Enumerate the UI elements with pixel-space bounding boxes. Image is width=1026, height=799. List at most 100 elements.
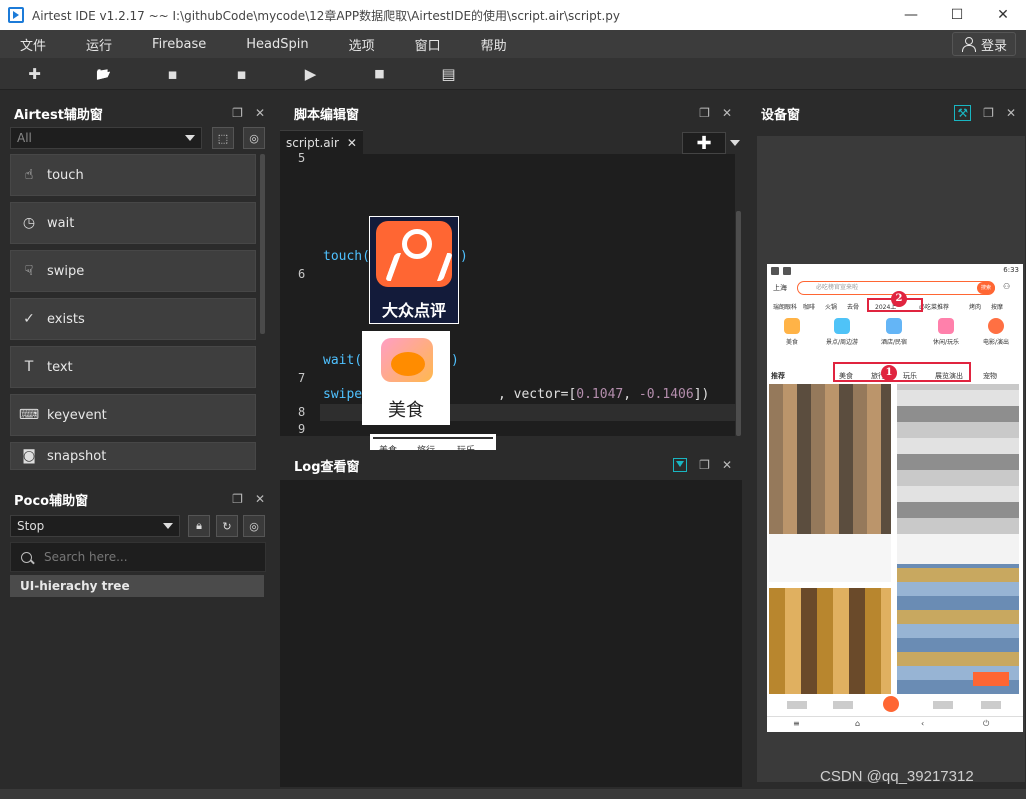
phone-category-row: 美食 景点/周边游 酒店/民宿 休闲/玩乐 电影/演出 xyxy=(767,318,1023,350)
editor-panel-header: 脚本编辑窗 ❐ ✕ xyxy=(280,96,742,130)
line-number: 7 xyxy=(298,371,306,385)
close-panel-icon[interactable]: ✕ xyxy=(255,106,265,120)
keyboard-icon: ⌨ xyxy=(18,407,40,423)
script-editor-panel: 脚本编辑窗 ❐ ✕ script.air ✕ ✚ 5 6 7 8 9 touch… xyxy=(280,96,742,460)
menu-window[interactable]: 窗口 xyxy=(395,35,461,54)
search-icon xyxy=(21,551,32,563)
login-button[interactable]: 登录 xyxy=(951,32,1016,56)
panel-title: Log查看窗 xyxy=(294,459,360,475)
auto-record-icon[interactable]: ◎ xyxy=(243,127,265,149)
command-wait[interactable]: ◷ wait xyxy=(10,202,256,244)
code-editor[interactable]: 5 6 7 8 9 touch( ) wait( ) swipe( , vect… xyxy=(280,151,738,460)
command-swipe[interactable]: ☟ swipe xyxy=(10,250,256,292)
float-panel-icon[interactable]: ❐ xyxy=(699,106,710,120)
stop-icon[interactable]: ■ xyxy=(345,58,414,90)
phone-category: 休闲/玩乐 xyxy=(923,318,969,346)
command-touch[interactable]: ☝ touch xyxy=(10,154,256,196)
menu-headspin[interactable]: HeadSpin xyxy=(226,37,328,52)
float-panel-icon[interactable]: ❐ xyxy=(699,458,710,472)
image-caption: 美食 xyxy=(388,400,424,421)
menu-options[interactable]: 选项 xyxy=(329,35,395,54)
command-text[interactable]: T text xyxy=(10,346,256,388)
command-snapshot[interactable]: ◙ snapshot xyxy=(10,442,256,470)
menu-file[interactable]: 文件 xyxy=(0,35,66,54)
menu-icon: ≡ xyxy=(793,719,800,728)
code-wait-close: ) xyxy=(451,353,459,368)
airtest-assistant-panel: Airtest辅助窗 ❐ ✕ All ⬚ ◎ ☝ touch ◷ wait ☟ … xyxy=(0,96,275,481)
float-panel-icon[interactable]: ❐ xyxy=(983,106,994,120)
command-label: snapshot xyxy=(47,448,107,464)
poco-assistant-panel: Poco辅助窗 ❐ ✕ Stop 🔒︎ ↻ ◎ Search here... U… xyxy=(0,483,275,793)
line-number: 6 xyxy=(298,267,306,281)
ui-hierarchy-tree-root[interactable]: UI-hierachy tree xyxy=(10,575,264,597)
phone-search-button: 搜索 xyxy=(977,282,995,294)
save-icon[interactable]: ▪ xyxy=(138,58,207,90)
clock-icon: ◷ xyxy=(22,215,36,231)
user-icon xyxy=(961,37,976,52)
menu-firebase[interactable]: Firebase xyxy=(132,37,226,52)
editor-tab-bar: script.air ✕ ✚ xyxy=(280,130,742,154)
window-title: Airtest IDE v1.2.17 ~~ I:\githubCode\myc… xyxy=(32,8,620,23)
device-panel-header: 设备窗 ⚒ ❐ ✕ xyxy=(747,96,1026,130)
touch-target-image[interactable]: 大众点评 xyxy=(369,216,459,324)
food-icon xyxy=(381,338,433,382)
close-button[interactable]: ✕ xyxy=(980,0,1026,30)
new-icon[interactable]: ✚ xyxy=(0,58,69,90)
poco-search-input[interactable]: Search here... xyxy=(10,542,266,572)
swipe-hand-icon: ☟ xyxy=(24,263,34,279)
search-placeholder: Search here... xyxy=(44,550,128,564)
dianping-logo-icon xyxy=(376,221,452,287)
command-exists[interactable]: ✓ exists xyxy=(10,298,256,340)
editor-scrollbar[interactable] xyxy=(736,211,741,436)
lock-icon[interactable]: 🔒︎ xyxy=(188,515,210,537)
filter-icon[interactable] xyxy=(673,458,688,472)
tab-script-air[interactable]: script.air ✕ xyxy=(280,130,363,154)
close-panel-icon[interactable]: ✕ xyxy=(722,106,732,120)
float-panel-icon[interactable]: ❐ xyxy=(232,106,243,120)
minimize-button[interactable]: — xyxy=(888,0,934,30)
home-icon: ⌂ xyxy=(855,719,861,728)
chevron-down-icon xyxy=(163,523,173,529)
open-folder-icon[interactable]: 📂 xyxy=(69,58,138,90)
insert-snippet-button[interactable]: ✚ xyxy=(682,132,726,154)
command-label: text xyxy=(47,359,73,375)
menu-help[interactable]: 帮助 xyxy=(461,35,527,54)
command-list-scrollbar[interactable] xyxy=(260,154,265,334)
poco-mode-select[interactable]: Stop xyxy=(10,515,180,537)
device-tools-icon[interactable]: ⚒ xyxy=(954,105,972,121)
command-label: exists xyxy=(47,311,85,327)
menu-run[interactable]: 运行 xyxy=(66,35,132,54)
phone-screen[interactable]: 6:33 上海 必吃榜官宣来啦 搜索 ⚇ 瑞朗眼科 咖啡 火锅 去骨 2024上… xyxy=(767,264,1023,732)
command-label: swipe xyxy=(47,263,85,279)
run-icon[interactable]: ▶ xyxy=(276,58,345,90)
wait-target-image[interactable]: 美食 xyxy=(362,331,450,425)
poco-panel-header: Poco辅助窗 ❐ ✕ xyxy=(0,483,275,515)
record-icon[interactable]: ◎ xyxy=(243,515,265,537)
hand-pointer-icon: ☝ xyxy=(24,167,34,183)
maximize-button[interactable]: ☐ xyxy=(934,0,980,30)
chevron-down-icon[interactable] xyxy=(728,132,742,154)
record-select-icon[interactable]: ⬚ xyxy=(212,127,234,149)
airtest-panel-header: Airtest辅助窗 ❐ ✕ xyxy=(0,96,275,130)
api-filter-select[interactable]: All xyxy=(10,127,202,149)
command-label: keyevent xyxy=(47,407,107,423)
tab-close-icon[interactable]: ✕ xyxy=(347,136,357,150)
code-touch-call: touch( xyxy=(323,249,370,264)
line-number: 5 xyxy=(298,151,306,165)
command-keyevent[interactable]: ⌨ keyevent xyxy=(10,394,256,436)
close-panel-icon[interactable]: ✕ xyxy=(722,458,732,472)
panel-title: 脚本编辑窗 xyxy=(294,107,360,123)
phone-system-nav: ≡ ⌂ ‹ ⏻ xyxy=(767,716,1023,732)
log-panel-header: Log查看窗 ❐ ✕ xyxy=(280,450,742,480)
close-panel-icon[interactable]: ✕ xyxy=(255,492,265,506)
close-panel-icon[interactable]: ✕ xyxy=(1006,106,1016,120)
filter-value: All xyxy=(17,131,32,145)
log-output[interactable] xyxy=(280,480,742,787)
refresh-icon[interactable]: ↻ xyxy=(216,515,238,537)
save-as-icon[interactable]: ▪ xyxy=(207,58,276,90)
image-caption: 大众点评 xyxy=(381,301,446,320)
log-list-icon[interactable]: ▤ xyxy=(414,58,483,90)
airtest-ide-window: Airtest IDE v1.2.17 ~~ I:\githubCode\myc… xyxy=(0,0,1026,799)
code-touch-close: ) xyxy=(460,249,468,264)
float-panel-icon[interactable]: ❐ xyxy=(232,492,243,506)
